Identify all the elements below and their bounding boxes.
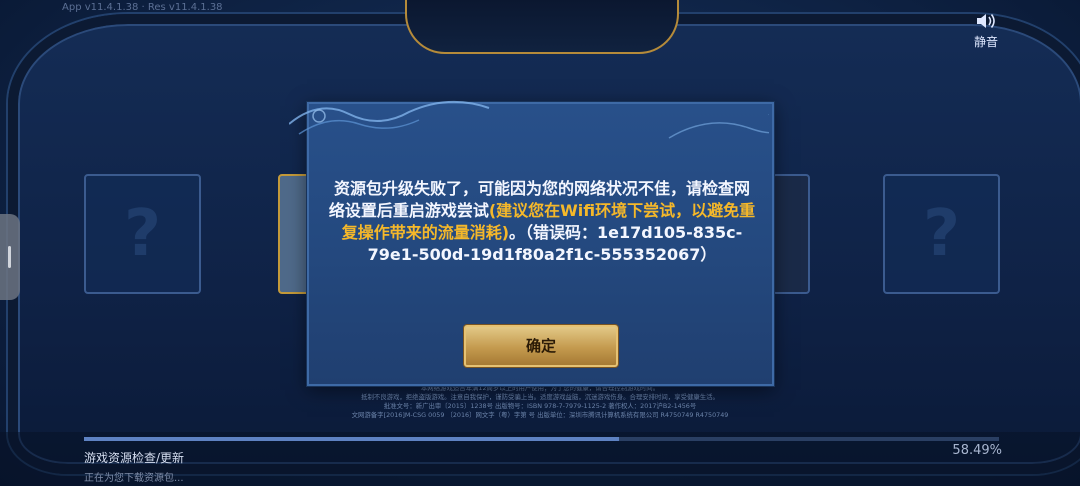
error-message: 资源包升级失败了，可能因为您的网络状况不佳，请检查网络设置后重启游戏尝试(建议您… [327,178,757,266]
error-dialog: 资源包升级失败了，可能因为您的网络状况不佳，请检查网络设置后重启游戏尝试(建议您… [289,100,774,386]
cloud-ornament-icon [289,100,769,139]
confirm-button[interactable]: 确定 [464,325,618,367]
modal-overlay: 资源包升级失败了，可能因为您的网络状况不佳，请检查网络设置后重启游戏尝试(建议您… [0,0,1080,486]
